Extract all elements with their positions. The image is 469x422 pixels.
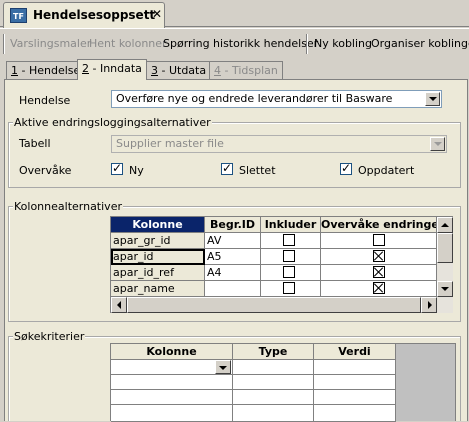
- inkluder-checkbox[interactable]: [283, 234, 295, 246]
- tab-hendelse[interactable]: 1 - Hendelse: [6, 61, 86, 79]
- tab-number: 4: [214, 64, 221, 77]
- ny-label: Ny: [129, 164, 144, 177]
- verdi-cell[interactable]: [314, 375, 396, 390]
- column-header-type[interactable]: Type: [233, 344, 314, 360]
- ny-kobling-button[interactable]: Ny kobling: [314, 37, 372, 50]
- chevron-down-icon[interactable]: [430, 137, 445, 151]
- kolonne-cell[interactable]: [111, 405, 233, 422]
- scroll-thumb[interactable]: [437, 233, 453, 263]
- table-row-kolonne[interactable]: apar_name: [111, 281, 205, 297]
- table-cell-overvake[interactable]: [321, 233, 437, 249]
- kolonne-cell[interactable]: [111, 375, 233, 390]
- tab-tidsplan[interactable]: 4 - Tidsplan: [209, 61, 283, 79]
- scroll-left-icon[interactable]: [111, 297, 127, 313]
- scroll-thumb[interactable]: [127, 297, 421, 313]
- slettet-checkbox[interactable]: [221, 161, 233, 175]
- tab-label: - Tidsplan: [221, 64, 278, 77]
- window-title: Hendelsesoppsett: [33, 8, 156, 22]
- tab-inndata[interactable]: 2 - Inndata: [77, 59, 147, 80]
- verdi-cell[interactable]: [314, 360, 396, 375]
- table-row-kolonne[interactable]: apar_id_ref: [111, 265, 205, 281]
- inkluder-checkbox[interactable]: [283, 250, 295, 262]
- overvake-checkbox[interactable]: [373, 234, 385, 246]
- column-header-verdi[interactable]: Verdi: [314, 344, 396, 360]
- table-cell-begr-id[interactable]: AV: [205, 233, 261, 249]
- scroll-right-icon[interactable]: [421, 297, 437, 313]
- toolbar: Varslingsmaler Hent kolonner Spørring hi…: [0, 28, 469, 58]
- inkluder-checkbox[interactable]: [283, 266, 295, 278]
- table-row-kolonne[interactable]: apar_gr_id: [111, 233, 205, 249]
- sokekriterier-grid: Kolonne Type Verdi: [110, 343, 456, 422]
- close-icon[interactable]: ✕: [152, 7, 162, 21]
- column-header-inkluder[interactable]: Inkluder: [261, 217, 321, 233]
- overvake-checkbox[interactable]: [373, 282, 385, 294]
- tabell-value: Supplier master file: [116, 137, 224, 150]
- table-cell-begr-id[interactable]: A5: [205, 249, 261, 265]
- chevron-down-icon[interactable]: [425, 92, 440, 106]
- tab-number: 2: [82, 62, 89, 75]
- column-header-overvake[interactable]: Overvåke endringer: [321, 217, 437, 233]
- table-cell-inkluder[interactable]: [261, 233, 321, 249]
- kolonne-cell[interactable]: [111, 390, 233, 405]
- varslingsmaler-button[interactable]: Varslingsmaler: [10, 37, 91, 50]
- window-tab[interactable]: TF Hendelsesoppsett ✕: [3, 2, 165, 28]
- tabell-label: Tabell: [19, 137, 51, 150]
- table-cell-overvake[interactable]: [321, 265, 437, 281]
- oppdatert-checkbox[interactable]: [340, 161, 352, 175]
- tab-number: 3: [151, 64, 158, 77]
- sporring-historikk-button[interactable]: Spørring historikk hendelser: [163, 37, 318, 50]
- inkluder-checkbox[interactable]: [283, 282, 295, 294]
- vertical-scrollbar[interactable]: [437, 217, 453, 297]
- table-cell-inkluder[interactable]: [261, 249, 321, 265]
- table-cell-inkluder[interactable]: [261, 281, 321, 297]
- type-cell[interactable]: [233, 390, 314, 405]
- verdi-cell[interactable]: [314, 405, 396, 422]
- tabell-select[interactable]: Supplier master file: [111, 135, 447, 153]
- tab-utdata[interactable]: 3 - Utdata: [146, 61, 212, 79]
- oppdatert-label: Oppdatert: [358, 164, 415, 177]
- endringslogging-group: [8, 122, 461, 188]
- kolonne-cell[interactable]: [111, 360, 233, 375]
- app-icon: TF: [10, 8, 27, 23]
- kolonne-title: Kolonnealternativer: [13, 200, 123, 213]
- column-header-begr-id[interactable]: Begr.ID: [205, 217, 261, 233]
- table-cell-begr-id[interactable]: [205, 281, 261, 297]
- verdi-cell[interactable]: [314, 390, 396, 405]
- hendelse-label: Hendelse: [19, 94, 71, 107]
- table-cell-begr-id[interactable]: A4: [205, 265, 261, 281]
- slettet-label: Slettet: [239, 164, 276, 177]
- organiser-koblinger-button[interactable]: Organiser koblinger: [371, 37, 469, 50]
- toolbar-separator: [3, 34, 5, 54]
- type-cell[interactable]: [233, 360, 314, 375]
- overvake-checkbox[interactable]: [373, 250, 385, 262]
- type-cell[interactable]: [233, 405, 314, 422]
- table-cell-inkluder[interactable]: [261, 265, 321, 281]
- horizontal-scrollbar[interactable]: [111, 297, 453, 313]
- column-header-kolonne[interactable]: Kolonne: [111, 217, 205, 233]
- hendelse-select[interactable]: Overføre nye og endrede leverandører til…: [111, 90, 442, 108]
- hent-kolonner-button[interactable]: Hent kolonner: [89, 37, 167, 50]
- table-row-kolonne[interactable]: apar_id: [111, 249, 205, 265]
- table-cell-overvake[interactable]: [321, 249, 437, 265]
- overvake-label: Overvåke: [19, 164, 72, 177]
- toolbar-separator: [306, 34, 308, 54]
- ny-checkbox[interactable]: [111, 161, 123, 175]
- sokekriterier-title: Søkekriterier: [13, 330, 86, 343]
- tab-number: 1: [11, 64, 18, 77]
- chevron-down-icon[interactable]: [215, 360, 231, 374]
- scroll-up-icon[interactable]: [437, 217, 453, 233]
- tab-label: - Inndata: [89, 62, 142, 75]
- endringslogging-title: Aktive endringsloggingsalternativer: [13, 116, 212, 129]
- scroll-down-icon[interactable]: [437, 281, 453, 297]
- table-cell-overvake[interactable]: [321, 281, 437, 297]
- column-header-kolonne[interactable]: Kolonne: [111, 344, 233, 360]
- type-cell[interactable]: [233, 375, 314, 390]
- tab-label: - Utdata: [158, 64, 207, 77]
- tab-label: - Hendelse: [18, 64, 81, 77]
- kolonne-grid: Kolonne Begr.ID Inkluder Overvåke endrin…: [110, 216, 453, 313]
- overvake-checkbox[interactable]: [373, 266, 385, 278]
- hendelse-value: Overføre nye og endrede leverandører til…: [116, 92, 393, 105]
